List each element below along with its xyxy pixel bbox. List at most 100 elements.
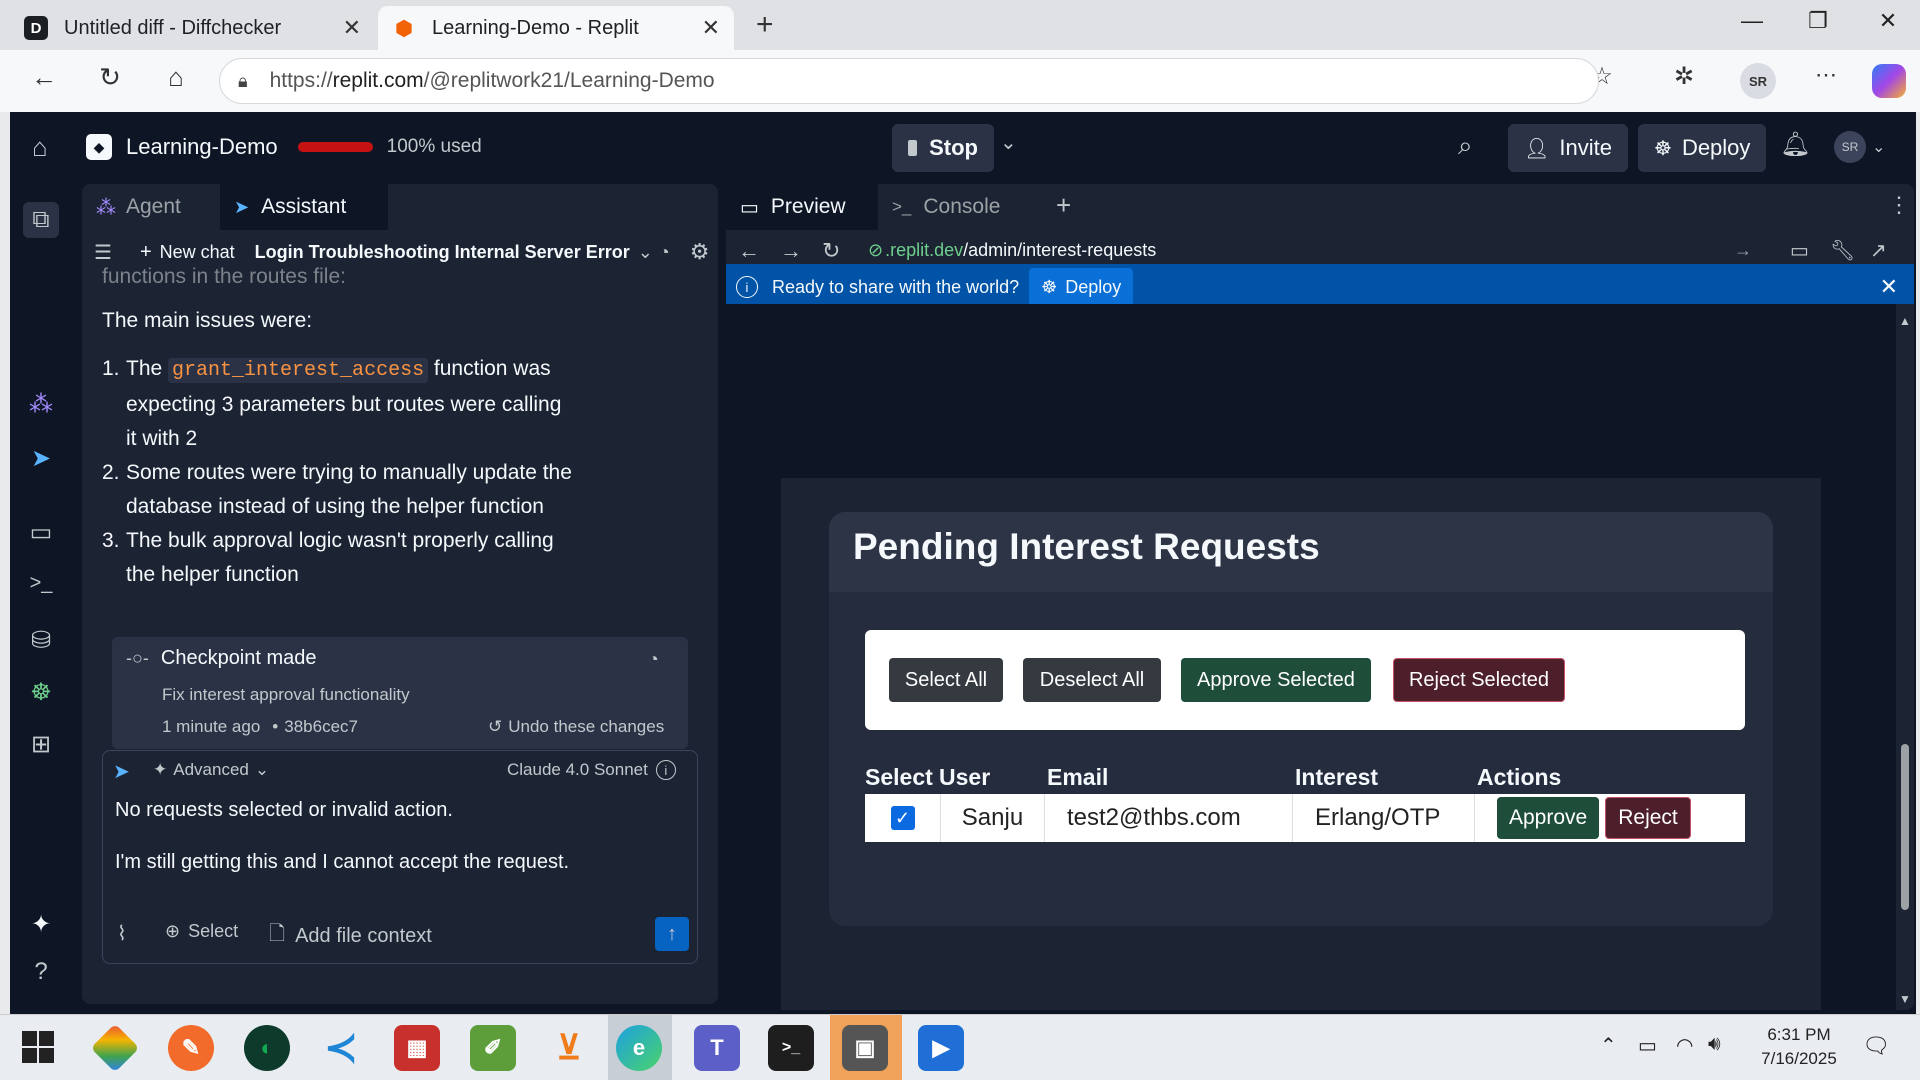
close-tab-icon[interactable]: ✕	[702, 15, 720, 41]
go-arrow-icon[interactable]: →	[1734, 240, 1752, 261]
chat-composer: ➤ ✦ Advanced ⌄ Claude 4.0 Sonnet i No re…	[102, 750, 698, 964]
stop-button[interactable]: Stop	[892, 124, 994, 172]
reject-button[interactable]: Reject	[1605, 797, 1691, 839]
remote-desktop-icon[interactable]: ▣	[842, 1025, 888, 1071]
scroll-down-icon[interactable]: ▼	[1899, 992, 1911, 1006]
mode-selector[interactable]: ✦ Advanced ⌄	[153, 760, 269, 780]
refresh-icon[interactable]: ↻	[90, 62, 130, 93]
checkpoint-commit[interactable]: 38b6cec7	[284, 717, 358, 737]
search-icon[interactable]: ⌕	[1458, 130, 1473, 162]
deselect-all-button[interactable]: Deselect All	[1023, 658, 1161, 702]
notifications-bell-icon[interactable]: 🔔︎	[1780, 130, 1810, 159]
message-cutoff-line: functions in the routes file:	[102, 265, 346, 288]
address-bar[interactable]: 🔒︎ https://replit.com/@replitwork21/Lear…	[219, 58, 1599, 104]
select-all-button[interactable]: Select All	[889, 658, 1003, 702]
edge-browser-icon[interactable]: e	[616, 1025, 662, 1071]
model-selector[interactable]: Claude 4.0 Sonnet i	[507, 760, 676, 780]
scroll-thumb[interactable]	[1901, 744, 1909, 910]
close-window-icon[interactable]: ✕	[1860, 8, 1916, 34]
database-icon[interactable]: ⛁	[26, 626, 56, 656]
all-tools-icon[interactable]: ⊞	[26, 730, 56, 760]
files-icon[interactable]: ⧉	[23, 202, 59, 238]
user-menu[interactable]: SR ⌄	[1834, 131, 1885, 163]
preview-forward-icon[interactable]: →	[780, 238, 802, 264]
tab-assistant[interactable]: ➤ Assistant	[220, 184, 388, 230]
select-element-button[interactable]: ⊕ Select	[165, 921, 238, 942]
notification-center-icon[interactable]: 🗨︎	[1862, 1033, 1890, 1059]
notepad-icon[interactable]: ✐	[470, 1025, 516, 1071]
tab-agent[interactable]: ⁂ Agent	[82, 184, 220, 230]
usage-gauge-icon[interactable]: ◔	[659, 242, 670, 263]
start-windows-icon[interactable]	[22, 1031, 54, 1063]
home-icon[interactable]: ⌂	[156, 62, 196, 93]
assistant-icon[interactable]: ➤	[26, 444, 56, 474]
more-menu-icon[interactable]: ⋯	[1806, 62, 1846, 88]
sublime-merge-icon[interactable]: ⊻	[546, 1025, 592, 1071]
preview-scrollbar[interactable]: ▲ ▼	[1896, 304, 1914, 1010]
send-button[interactable]: ↑	[655, 917, 689, 951]
replit-workspace: ⌂ ◆ Learning-Demo 100% used Stop ⌄ ⌕ 👤︎ I…	[10, 112, 1916, 1014]
help-icon[interactable]: ?	[26, 958, 56, 988]
back-icon[interactable]: ←	[24, 62, 64, 93]
git-client-icon[interactable]	[90, 1023, 140, 1073]
close-banner-icon[interactable]: ✕	[1880, 274, 1898, 300]
usage-gauge-icon[interactable]: ◔	[648, 649, 659, 670]
extensions-icon[interactable]: ✲	[1664, 62, 1704, 91]
close-tab-icon[interactable]: ✕	[343, 15, 361, 41]
chevron-down-icon: ⌄	[1872, 139, 1886, 156]
vscode-icon[interactable]: ≺	[318, 1025, 364, 1071]
browser-tab-replit[interactable]: ⬢ Learning-Demo - Replit ✕	[378, 6, 734, 50]
devtools-wrench-icon[interactable]: 🔧︎	[1830, 238, 1855, 263]
sparkle-icon[interactable]: ✦	[26, 910, 56, 940]
banner-deploy-button[interactable]: ☸ Deploy	[1029, 268, 1134, 306]
browser-tab-diffchecker[interactable]: D Untitled diff - Diffchecker ✕	[10, 6, 375, 50]
project-name: Learning-Demo	[126, 134, 278, 159]
mongodb-icon[interactable]: ◐	[244, 1025, 290, 1071]
message-input[interactable]: No requests selected or invalid action. …	[115, 797, 685, 905]
tab-preview[interactable]: ▭ Preview	[726, 184, 878, 230]
undo-changes-button[interactable]: ↺ Undo these changes	[488, 717, 664, 737]
home-icon[interactable]: ⌂	[32, 132, 48, 163]
row-checkbox[interactable]: ✓	[890, 806, 915, 830]
approve-button[interactable]: Approve	[1497, 797, 1600, 839]
project-switcher[interactable]: ◆ Learning-Demo 100% used	[86, 128, 482, 166]
add-file-context-button[interactable]: 🗋︎ Add file context	[269, 919, 432, 953]
add-tab-plus-icon[interactable]: +	[1056, 190, 1071, 221]
preview-url-bar[interactable]: ⊘ .replit.dev /admin/interest-requests →	[862, 232, 1762, 268]
open-new-tab-icon[interactable]: ↗	[1870, 238, 1887, 263]
preview-icon[interactable]: ▭	[26, 518, 56, 548]
minimize-icon[interactable]: —	[1724, 8, 1780, 34]
tray-chevron-up-icon[interactable]: ⌃	[1600, 1033, 1617, 1058]
deployments-icon[interactable]: ☸	[26, 678, 56, 708]
preview-reload-icon[interactable]: ↻	[822, 238, 840, 264]
reject-selected-button[interactable]: Reject Selected	[1393, 658, 1565, 702]
attach-paperclip-icon[interactable]: ⌇	[117, 921, 127, 946]
tab-console[interactable]: >_ Console	[878, 184, 1030, 230]
terminal-icon[interactable]: >_	[768, 1025, 814, 1071]
device-preview-icon[interactable]: ▭	[1790, 238, 1809, 263]
console-icon[interactable]: >_	[26, 572, 56, 602]
more-options-icon[interactable]: ⋮	[1888, 192, 1910, 218]
copilot-icon[interactable]	[1872, 64, 1906, 98]
volume-icon[interactable]: 🔊︎	[1708, 1033, 1721, 1056]
restore-icon[interactable]: ❐	[1790, 8, 1846, 34]
deploy-button[interactable]: ☸ Deploy	[1638, 124, 1766, 172]
approve-selected-button[interactable]: Approve Selected	[1181, 658, 1371, 702]
agent-icon[interactable]: ⁂	[26, 390, 56, 420]
preview-back-icon[interactable]: ←	[738, 238, 760, 264]
teams-icon[interactable]: T	[694, 1025, 740, 1071]
media-player-icon[interactable]: ▶	[918, 1025, 964, 1071]
security-app-icon[interactable]: ▦	[394, 1025, 440, 1071]
wifi-icon[interactable]: ◠	[1676, 1033, 1693, 1058]
profile-avatar[interactable]: SR	[1740, 63, 1776, 99]
scroll-up-icon[interactable]: ▲	[1899, 314, 1911, 328]
run-options-chevron-icon[interactable]: ⌄	[1000, 130, 1017, 155]
chevron-down-icon[interactable]: ⌄	[638, 242, 653, 263]
new-tab-icon[interactable]: +	[756, 8, 774, 42]
left-tool-rail: ⧉ ⁂ ➤ ▭ >_ ⛁ ☸ ⊞ ✦ ?	[10, 182, 72, 1014]
postman-icon[interactable]: ✎	[168, 1025, 214, 1071]
invite-button[interactable]: 👤︎ Invite	[1508, 124, 1628, 172]
settings-gear-icon[interactable]: ⚙	[690, 239, 710, 265]
battery-icon[interactable]: ▭	[1638, 1033, 1657, 1058]
system-clock[interactable]: 6:31 PM 7/16/2025	[1744, 1023, 1854, 1071]
